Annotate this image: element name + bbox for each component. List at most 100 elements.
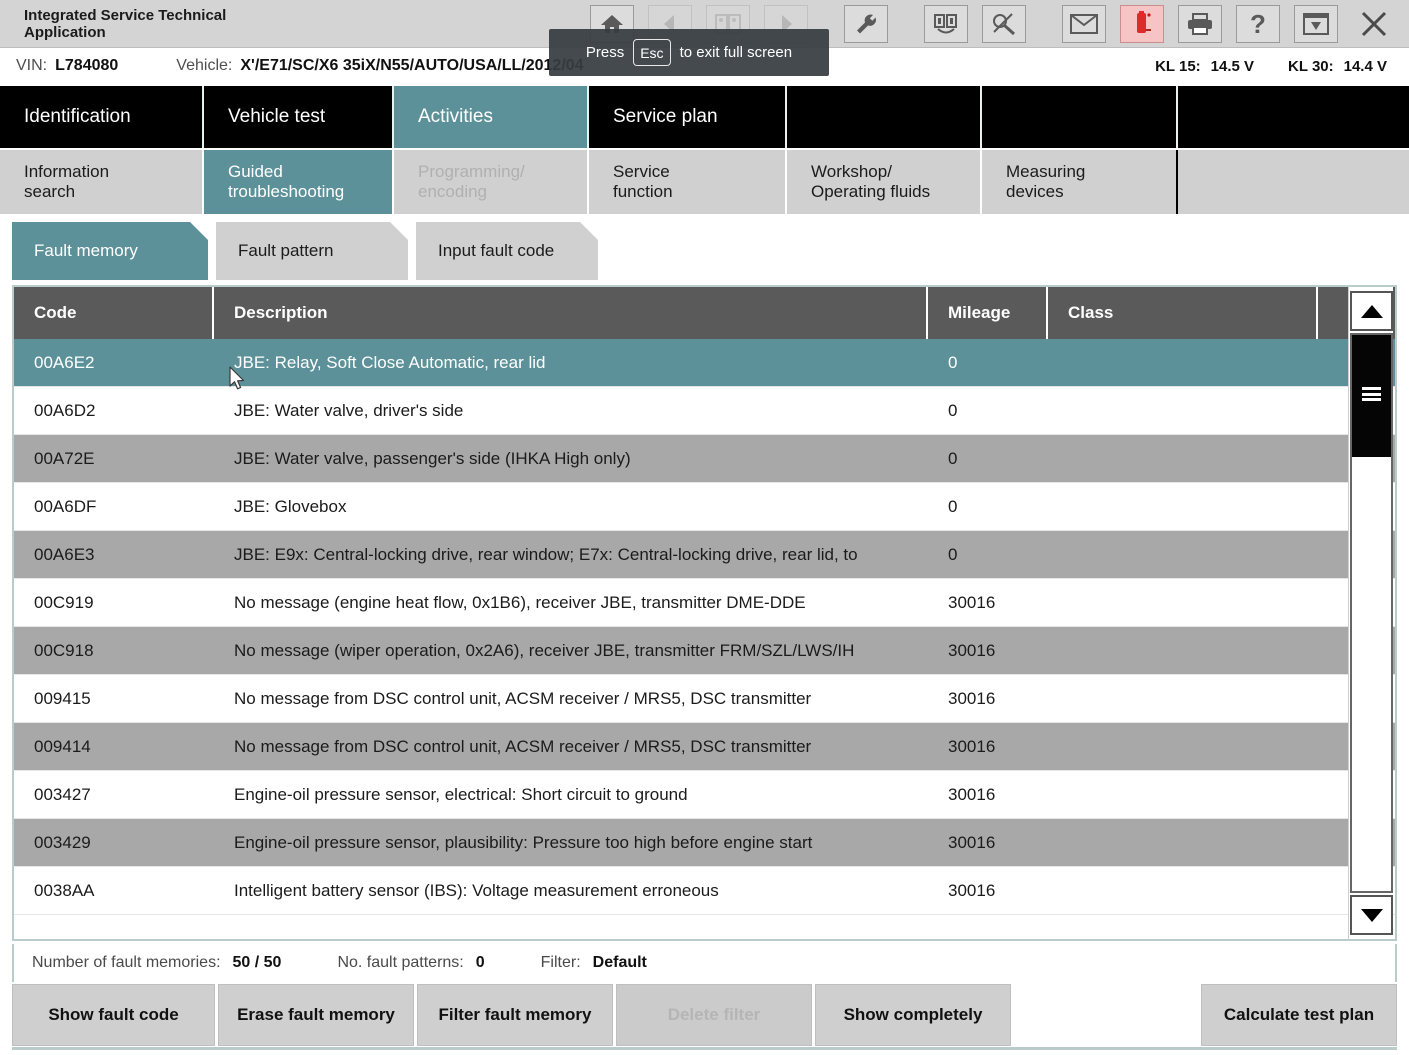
cell-code: 00A6DF [34, 496, 97, 516]
cell-mileage: 30016 [948, 688, 996, 708]
nav-service-plan[interactable]: Service plan [589, 86, 787, 148]
table-row[interactable]: 003427 Engine-oil pressure sensor, elect… [14, 771, 1395, 819]
kl15-value: 14.5 V [1210, 57, 1255, 75]
column-header-class[interactable]: Class [1048, 287, 1318, 339]
triangle-down-icon [1360, 908, 1383, 922]
tab-fault-pattern[interactable]: Fault pattern [216, 222, 408, 280]
scroll-down-button[interactable] [1350, 895, 1393, 935]
cell-class [1048, 723, 1318, 771]
fault-count-label: Number of fault memories: [32, 954, 221, 971]
main-navigation: Identification Vehicle test Activities S… [0, 86, 1409, 148]
subnav-information-search[interactable]: Information search [0, 150, 204, 214]
cell-class [1048, 579, 1318, 627]
kl30-label: KL 30: [1288, 57, 1334, 75]
fullscreen-exit-tooltip: Press Esc to exit full screen [549, 29, 829, 76]
filter-value: Default [592, 954, 647, 971]
erase-fault-memory-button[interactable]: Erase fault memory [218, 984, 414, 1046]
filter-label: Filter: [540, 954, 581, 971]
printer-icon[interactable] [1178, 4, 1222, 43]
scroll-up-button[interactable] [1350, 291, 1393, 331]
nav-activities[interactable]: Activities [394, 86, 589, 148]
fault-count-value: 50 / 50 [232, 954, 282, 971]
app-title: Integrated Service Technical Application [24, 6, 227, 41]
column-header-description[interactable]: Description [214, 287, 928, 339]
vehicle-value: X'/E71/SC/X6 35iX/N55/AUTO/USA/LL/2012/0… [240, 57, 584, 74]
table-row[interactable]: 009414 No message from DSC control unit,… [14, 723, 1395, 771]
table-row[interactable]: 00A6E2 JBE: Relay, Soft Close Automatic,… [14, 339, 1395, 387]
table-row[interactable]: 003429 Engine-oil pressure sensor, plaus… [14, 819, 1395, 867]
column-header-mileage[interactable]: Mileage [928, 287, 1048, 339]
close-icon[interactable] [1352, 5, 1396, 43]
table-row[interactable]: 00A6DF JBE: Glovebox 0 [14, 483, 1395, 531]
cell-class [1048, 483, 1318, 531]
esc-key-badge: Esc [633, 39, 671, 66]
table-row[interactable]: 00A6D2 JBE: Water valve, driver's side 0 [14, 387, 1395, 435]
cell-description: No message from DSC control unit, ACSM r… [234, 736, 812, 756]
cell-class [1048, 339, 1318, 387]
subnav-blank[interactable] [1178, 150, 1409, 214]
cell-class [1048, 819, 1318, 867]
cell-class [1048, 675, 1318, 723]
help-icon[interactable]: ? [1236, 4, 1280, 43]
cell-description: JBE: Water valve, driver's side [234, 400, 464, 420]
cell-mileage: 30016 [948, 640, 996, 660]
nav-vehicle-test[interactable]: Vehicle test [204, 86, 394, 148]
cell-class [1048, 867, 1318, 915]
cell-code: 00A6E2 [34, 352, 95, 372]
table-row[interactable]: 00C918 No message (wiper operation, 0x2A… [14, 627, 1395, 675]
show-completely-button[interactable]: Show completely [815, 984, 1011, 1046]
vertical-scrollbar[interactable] [1348, 287, 1393, 939]
voltage-readings: KL 15: 14.5 V KL 30: 14.4 V [1155, 58, 1409, 75]
subnav-guided-troubleshooting[interactable]: Guided troubleshooting [204, 150, 394, 214]
cell-code: 009415 [34, 688, 91, 708]
cell-mileage: 0 [948, 496, 958, 516]
cell-description: Engine-oil pressure sensor, electrical: … [234, 784, 688, 804]
table-body: 00A6E2 JBE: Relay, Soft Close Automatic,… [14, 339, 1395, 939]
table-row[interactable]: 009415 No message from DSC control unit,… [14, 675, 1395, 723]
cell-code: 00A72E [34, 448, 95, 468]
table-row[interactable]: 00A72E JBE: Water valve, passenger's sid… [14, 435, 1395, 483]
cell-code: 0038AA [34, 880, 95, 900]
nav-blank-1[interactable] [787, 86, 982, 148]
column-header-code[interactable]: Code [14, 287, 214, 339]
vehicle-label: Vehicle: [176, 57, 233, 74]
ista-application-window: Integrated Service Technical Application [0, 0, 1409, 1055]
nav-blank-2[interactable] [982, 86, 1178, 148]
cell-mileage: 30016 [948, 784, 996, 804]
cell-code: 003427 [34, 784, 91, 804]
battery-icon[interactable] [1120, 4, 1164, 43]
subnav-workshop-operating-fluids[interactable]: Workshop/ Operating fluids [787, 150, 982, 214]
cell-mileage: 0 [948, 544, 958, 564]
minimize-icon[interactable] [1294, 4, 1338, 43]
scrollbar-thumb[interactable] [1352, 335, 1391, 457]
cell-mileage: 0 [948, 400, 958, 420]
nav-blank-3[interactable] [1178, 86, 1409, 148]
filter-fault-memory-button[interactable]: Filter fault memory [417, 984, 613, 1046]
kl30-value: 14.4 V [1343, 57, 1387, 75]
cell-mileage: 30016 [948, 736, 996, 756]
subnav-measuring-devices[interactable]: Measuring devices [982, 150, 1178, 214]
delete-filter-button: Delete filter [616, 984, 812, 1046]
fault-patterns-label: No. fault patterns: [337, 954, 464, 971]
envelope-icon[interactable] [1062, 4, 1106, 43]
cell-mileage: 0 [948, 352, 958, 372]
cell-mileage: 30016 [948, 880, 996, 900]
subnav-service-function[interactable]: Service function [589, 150, 787, 214]
scrollbar-grip-icon [1362, 387, 1381, 401]
cell-code: 009414 [34, 736, 91, 756]
table-row[interactable]: 00A6E3 JBE: E9x: Central-locking drive, … [14, 531, 1395, 579]
nav-identification[interactable]: Identification [0, 86, 204, 148]
show-fault-code-button[interactable]: Show fault code [12, 984, 215, 1046]
subnav-label: Measuring devices [1006, 162, 1086, 201]
tab-input-fault-code[interactable]: Input fault code [416, 222, 598, 280]
connector-icon[interactable] [982, 4, 1026, 43]
diagnostics-icon[interactable] [924, 4, 968, 43]
scrollbar-track[interactable] [1350, 333, 1393, 893]
table-row[interactable]: 00C919 No message (engine heat flow, 0x1… [14, 579, 1395, 627]
table-row[interactable]: 0038AA Intelligent battery sensor (IBS):… [14, 867, 1395, 915]
tab-fault-memory[interactable]: Fault memory [12, 222, 208, 280]
wrench-icon[interactable] [844, 4, 888, 43]
action-button-bar: Show fault code Erase fault memory Filte… [12, 984, 1397, 1048]
mouse-cursor-icon [229, 366, 247, 397]
calculate-test-plan-button[interactable]: Calculate test plan [1201, 984, 1397, 1046]
